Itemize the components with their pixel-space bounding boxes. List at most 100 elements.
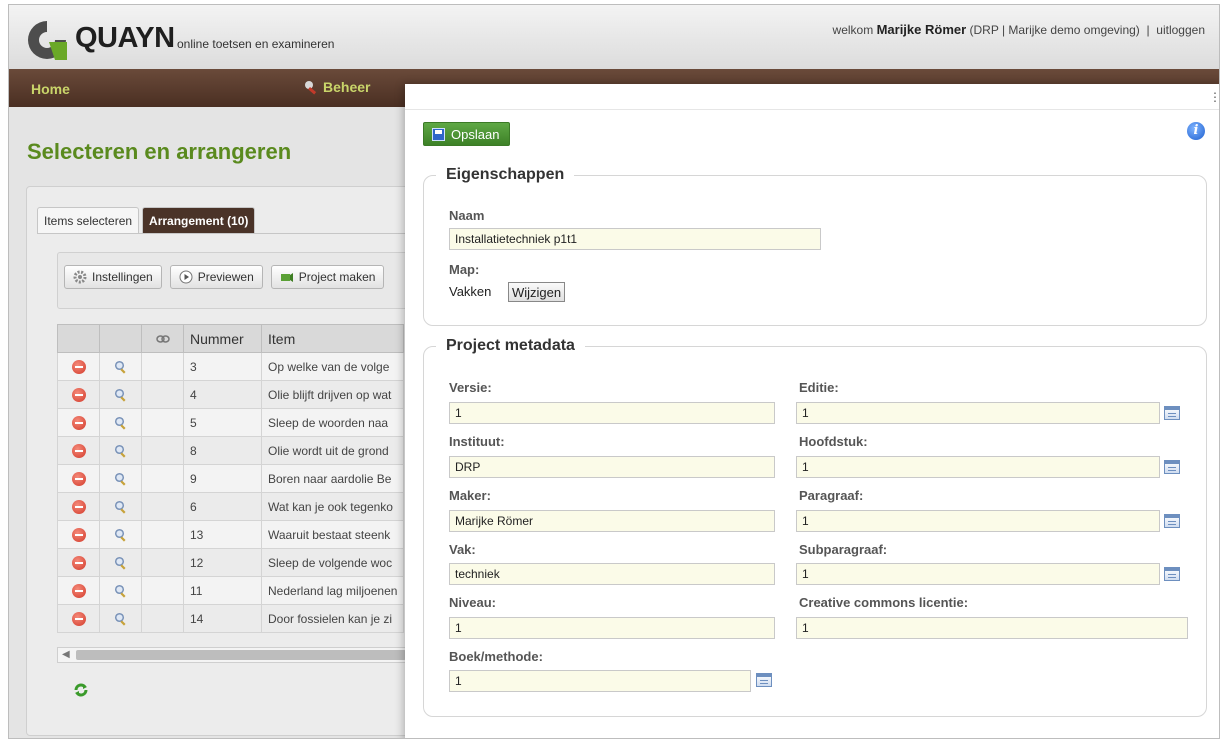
editie-input[interactable]: [796, 402, 1160, 424]
table-row: 14 Door fossielen kan je zi: [57, 604, 405, 633]
calendar-icon[interactable]: [1164, 460, 1180, 474]
map-label: Map:: [449, 262, 480, 277]
header-preview: [99, 324, 142, 353]
item-cell[interactable]: Op welke van de volge: [260, 352, 405, 381]
magnifier-icon[interactable]: [114, 500, 128, 514]
item-cell[interactable]: Waaruit bestaat steenk: [260, 520, 405, 549]
table-row: 4 Olie blijft drijven op wat: [57, 380, 405, 409]
nav-beheer-label: Beheer: [323, 79, 371, 95]
project-maken-label: Project maken: [298, 270, 376, 284]
item-cell[interactable]: Olie blijft drijven op wat: [260, 380, 405, 409]
link-cell: [141, 548, 184, 577]
nummer-cell: 14: [183, 604, 262, 633]
niveau-input[interactable]: [449, 617, 775, 639]
paragraaf-input[interactable]: [796, 510, 1160, 532]
nummer-cell: 8: [183, 436, 262, 465]
header-item[interactable]: Item: [260, 324, 405, 353]
delete-cell: [57, 436, 100, 465]
delete-cell: [57, 464, 100, 493]
remove-icon[interactable]: [71, 387, 86, 402]
info-icon[interactable]: i: [1187, 122, 1205, 140]
remove-icon[interactable]: [71, 443, 86, 458]
calendar-icon[interactable]: [1164, 514, 1180, 528]
creative-commons-label: Creative commons licentie:: [799, 595, 969, 610]
tab-arrangement[interactable]: Arrangement (10): [142, 207, 256, 233]
magnifier-icon[interactable]: [114, 528, 128, 542]
preview-cell: [99, 464, 142, 493]
welcome-text: welkom Marijke Römer (DRP | Marijke demo…: [833, 22, 1205, 37]
subparagraaf-input[interactable]: [796, 563, 1160, 585]
versie-input[interactable]: [449, 402, 775, 424]
item-cell[interactable]: Nederland lag miljoenen: [260, 576, 405, 605]
calendar-icon[interactable]: [1164, 406, 1180, 420]
table-row: 11 Nederland lag miljoenen: [57, 576, 405, 605]
nav-home[interactable]: Home: [31, 81, 70, 97]
magnifier-icon[interactable]: [114, 584, 128, 598]
instellingen-button[interactable]: Instellingen: [64, 265, 162, 289]
remove-icon[interactable]: [71, 527, 86, 542]
map-value: Vakken: [449, 284, 492, 299]
remove-icon[interactable]: [71, 611, 86, 626]
table-row: 9 Boren naar aardolie Be: [57, 464, 405, 493]
remove-icon[interactable]: [71, 583, 86, 598]
magnifier-icon[interactable]: [114, 556, 128, 570]
nummer-cell: 3: [183, 352, 262, 381]
header-link: [141, 324, 184, 353]
remove-icon[interactable]: [71, 471, 86, 486]
hoofdstuk-input[interactable]: [796, 456, 1160, 478]
magnifier-icon[interactable]: [114, 360, 128, 374]
instellingen-label: Instellingen: [92, 270, 153, 284]
header-nummer[interactable]: Nummer: [183, 324, 262, 353]
page-title: Selecteren en arrangeren: [27, 139, 292, 164]
versie-label: Versie:: [449, 380, 492, 395]
header-separator: |: [1146, 23, 1150, 37]
project-maken-button[interactable]: Project maken: [270, 265, 385, 289]
nav-beheer[interactable]: Beheer: [303, 79, 370, 95]
refresh-icon[interactable]: [73, 682, 89, 698]
app-window: QUAYN online toetsen en examineren welko…: [8, 4, 1220, 739]
vak-input[interactable]: [449, 563, 775, 585]
niveau-label: Niveau:: [449, 595, 496, 610]
scrollbar-thumb[interactable]: [76, 650, 406, 660]
opslaan-button[interactable]: Opslaan: [423, 122, 511, 146]
link-cell: [141, 492, 184, 521]
link-cell: [141, 380, 184, 409]
subparagraaf-label: Subparagraaf:: [799, 542, 888, 557]
item-cell[interactable]: Boren naar aardolie Be: [260, 464, 405, 493]
item-cell[interactable]: Door fossielen kan je zi: [260, 604, 405, 633]
wijzigen-button[interactable]: Wijzigen: [508, 282, 566, 302]
eigenschappen-legend: Eigenschappen: [446, 166, 565, 183]
remove-icon[interactable]: [71, 359, 86, 374]
magnifier-icon[interactable]: [114, 416, 128, 430]
previewen-label: Previewen: [197, 270, 254, 284]
link-icon: [155, 334, 170, 343]
remove-icon[interactable]: [71, 555, 86, 570]
dialog-handle-icon[interactable]: ⋮: [1209, 90, 1219, 104]
item-cell[interactable]: Olie wordt uit de grond: [260, 436, 405, 465]
scroll-left-icon[interactable]: ◀: [62, 649, 70, 660]
editie-label: Editie:: [799, 380, 839, 395]
delete-cell: [57, 408, 100, 437]
item-cell[interactable]: Sleep de volgende woc: [260, 548, 405, 577]
magnifier-icon[interactable]: [114, 612, 128, 626]
boek-methode-input[interactable]: [449, 670, 751, 692]
tab-bar: Items selecteren Arrangement (10): [37, 207, 256, 233]
item-cell[interactable]: Wat kan je ook tegenko: [260, 492, 405, 521]
naam-input[interactable]: [449, 228, 821, 250]
delete-cell: [57, 604, 100, 633]
delete-cell: [57, 492, 100, 521]
tab-items-selecteren[interactable]: Items selecteren: [37, 207, 140, 233]
calendar-icon[interactable]: [1164, 567, 1180, 581]
maker-input[interactable]: [449, 510, 775, 532]
instituut-input[interactable]: [449, 456, 775, 478]
remove-icon[interactable]: [71, 415, 86, 430]
item-cell[interactable]: Sleep de woorden naa: [260, 408, 405, 437]
calendar-icon[interactable]: [756, 673, 772, 687]
logout-link[interactable]: uitloggen: [1156, 23, 1205, 37]
remove-icon[interactable]: [71, 499, 86, 514]
magnifier-icon[interactable]: [114, 388, 128, 402]
previewen-button[interactable]: Previewen: [169, 265, 263, 289]
magnifier-icon[interactable]: [114, 472, 128, 486]
magnifier-icon[interactable]: [114, 444, 128, 458]
creative-commons-input[interactable]: [796, 617, 1188, 639]
